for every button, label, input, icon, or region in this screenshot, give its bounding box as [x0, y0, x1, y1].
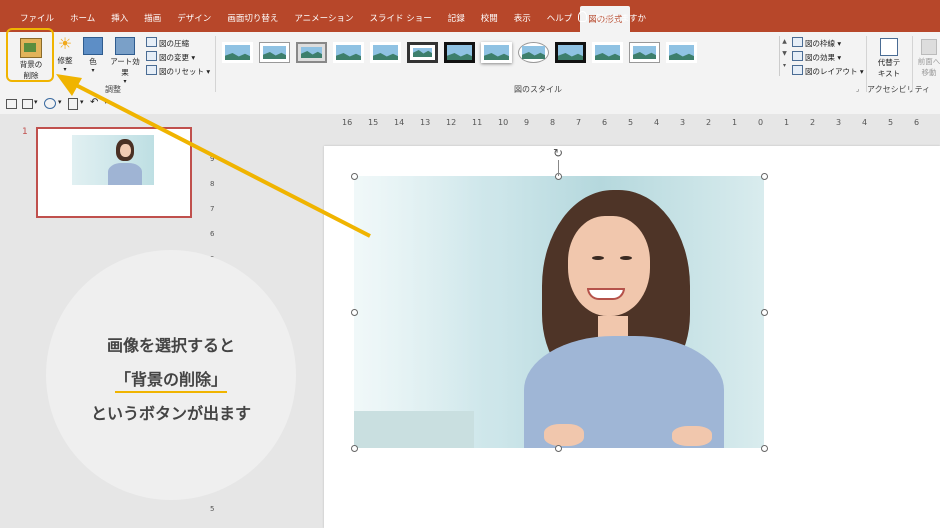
pointer-arrow: [56, 74, 371, 238]
